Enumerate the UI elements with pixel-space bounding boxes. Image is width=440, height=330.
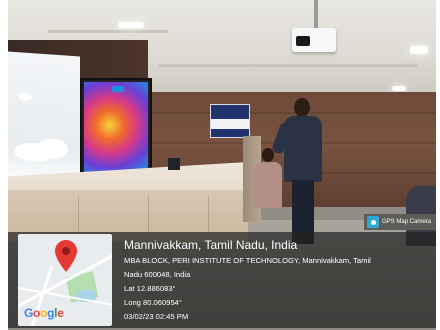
- led-display: [80, 78, 152, 182]
- gps-camera-tag: GPS Map Camera: [364, 214, 436, 230]
- desk-monitor: [168, 158, 180, 170]
- speaker-person: [270, 98, 326, 248]
- address-line-1: MBA BLOCK, PERI INSTITUTE OF TECHNOLOGY,…: [124, 256, 371, 265]
- map-thumbnail: Google: [18, 234, 112, 326]
- timestamp: 03/02/23 02:45 PM: [124, 312, 189, 321]
- institution-banner: [210, 104, 250, 138]
- location-title: Mannivakkam, Tamil Nadu, India: [124, 238, 298, 252]
- camera-pin-icon: [367, 216, 379, 228]
- location-pin-icon: [55, 240, 77, 272]
- address-line-2: Nadu 600048, India: [124, 270, 191, 279]
- latitude: Lat 12.886083°: [124, 284, 176, 293]
- projection-screen: [8, 51, 80, 191]
- longitude: Long 80.060954°: [124, 298, 182, 307]
- projector-mount: [314, 0, 318, 30]
- seated-person: [254, 148, 282, 210]
- gps-tag-label: GPS Map Camera: [382, 219, 432, 225]
- google-logo: Google: [24, 306, 64, 320]
- projector: [292, 28, 336, 52]
